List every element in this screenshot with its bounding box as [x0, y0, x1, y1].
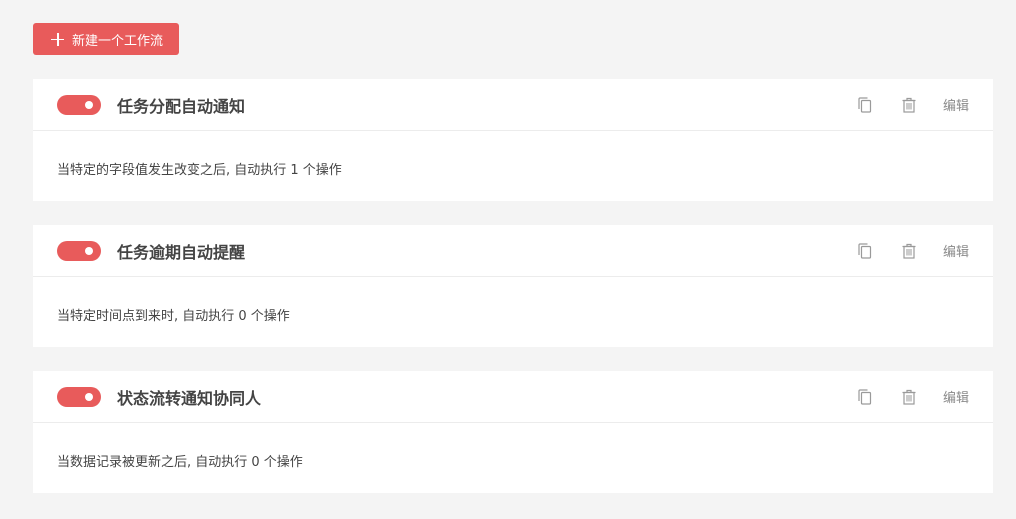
workflow-enabled-toggle[interactable]: [57, 240, 101, 261]
new-workflow-button[interactable]: 新建一个工作流: [33, 23, 180, 55]
workflow-actions: 编辑: [855, 387, 969, 407]
workflow-title: 任务逾期自动提醒: [117, 242, 246, 262]
copy-icon[interactable]: [855, 95, 875, 115]
workflow-description: 当数据记录被更新之后, 自动执行 0 个操作: [57, 455, 303, 470]
workflow-enabled-toggle[interactable]: [57, 94, 101, 115]
workflow-card: 状态流转通知协同人 编辑 当数据记录被更新之后, 自动执行 0 个操作: [33, 371, 993, 493]
workflow-card: 任务分配自动通知 编辑 当特定的字段值发生改变之后, 自动执行 1 个操作: [33, 79, 993, 201]
trash-icon[interactable]: [899, 95, 919, 115]
toggle-knob: [85, 100, 93, 109]
workflow-card: 任务逾期自动提醒 编辑 当特定时间点到来时, 自动执行 0 个操作: [33, 225, 993, 347]
workflow-description: 当特定时间点到来时, 自动执行 0 个操作: [57, 309, 290, 324]
workflow-actions: 编辑: [855, 95, 969, 115]
workflow-header: 任务分配自动通知 编辑: [33, 79, 993, 131]
workflow-title: 状态流转通知协同人: [117, 388, 262, 408]
workflow-enabled-toggle[interactable]: [57, 386, 101, 407]
trash-icon[interactable]: [899, 387, 919, 407]
workflow-header: 任务逾期自动提醒 编辑: [33, 225, 993, 277]
edit-button[interactable]: 编辑: [943, 95, 969, 114]
edit-button[interactable]: 编辑: [943, 241, 969, 260]
workflow-page: 新建一个工作流 任务分配自动通知 编辑 当特定的字段值发生改变之后, 自动执行 …: [0, 0, 1016, 519]
workflow-description: 当特定的字段值发生改变之后, 自动执行 1 个操作: [57, 163, 342, 178]
copy-icon[interactable]: [855, 387, 875, 407]
workflow-list: 任务分配自动通知 编辑 当特定的字段值发生改变之后, 自动执行 1 个操作 任务…: [33, 79, 993, 493]
plus-icon: [51, 32, 64, 46]
workflow-actions: 编辑: [855, 241, 969, 261]
new-workflow-label: 新建一个工作流: [72, 33, 164, 49]
toggle-knob: [85, 392, 93, 401]
copy-icon[interactable]: [855, 241, 875, 261]
edit-button[interactable]: 编辑: [943, 387, 969, 406]
workflow-header: 状态流转通知协同人 编辑: [33, 371, 993, 423]
trash-icon[interactable]: [899, 241, 919, 261]
workflow-title: 任务分配自动通知: [117, 96, 246, 116]
toggle-knob: [85, 246, 93, 255]
